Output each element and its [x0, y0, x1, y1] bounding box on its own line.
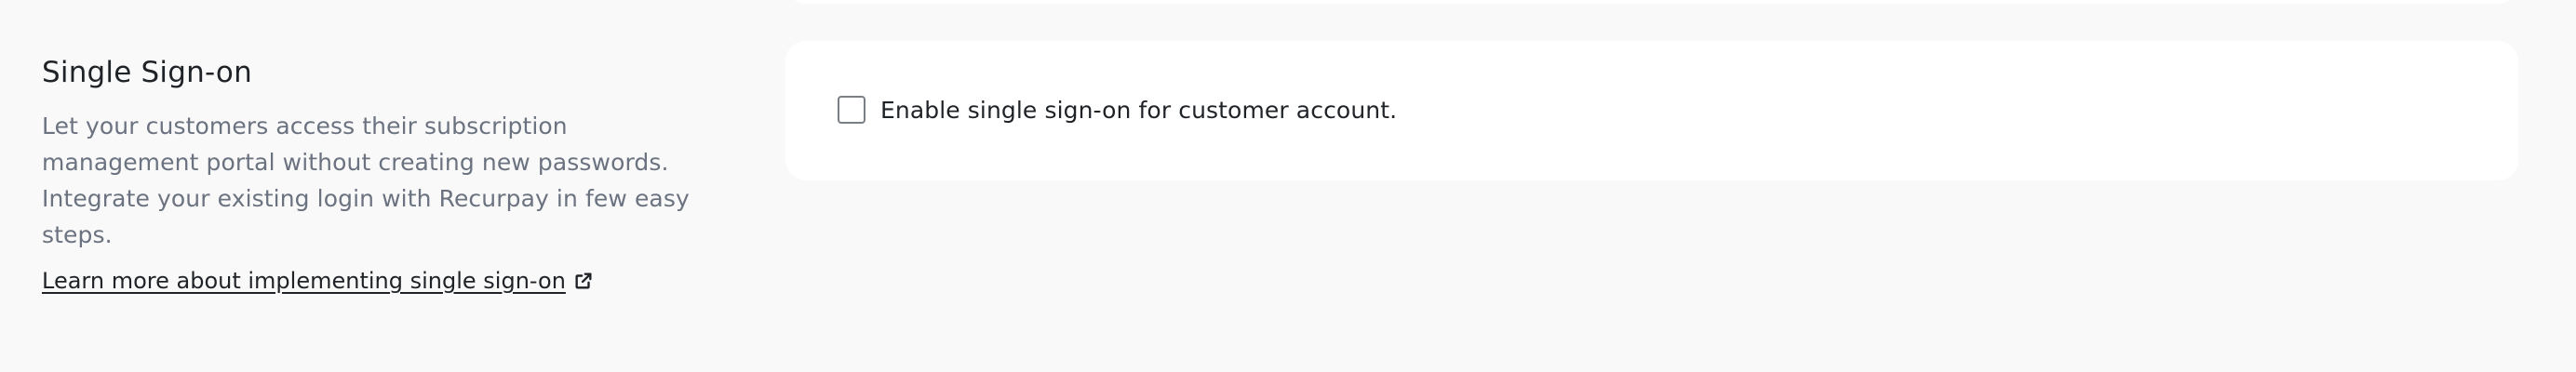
- learn-more-label: Learn more about implementing single sig…: [42, 268, 566, 294]
- learn-more-link[interactable]: Learn more about implementing single sig…: [42, 268, 594, 294]
- section-description: Let your customers access their subscrip…: [42, 113, 690, 248]
- sso-info-panel: Single Sign-on Let your customers access…: [42, 52, 731, 294]
- enable-sso-checkbox[interactable]: [838, 96, 865, 124]
- enable-sso-label[interactable]: Enable single sign-on for customer accou…: [880, 97, 1397, 124]
- enable-sso-option[interactable]: Enable single sign-on for customer accou…: [838, 96, 1397, 124]
- external-link-icon: [573, 271, 594, 291]
- section-title: Single Sign-on: [42, 56, 252, 89]
- sso-settings-card: Enable single sign-on for customer accou…: [785, 41, 2518, 180]
- previous-card-edge: [785, 0, 2518, 4]
